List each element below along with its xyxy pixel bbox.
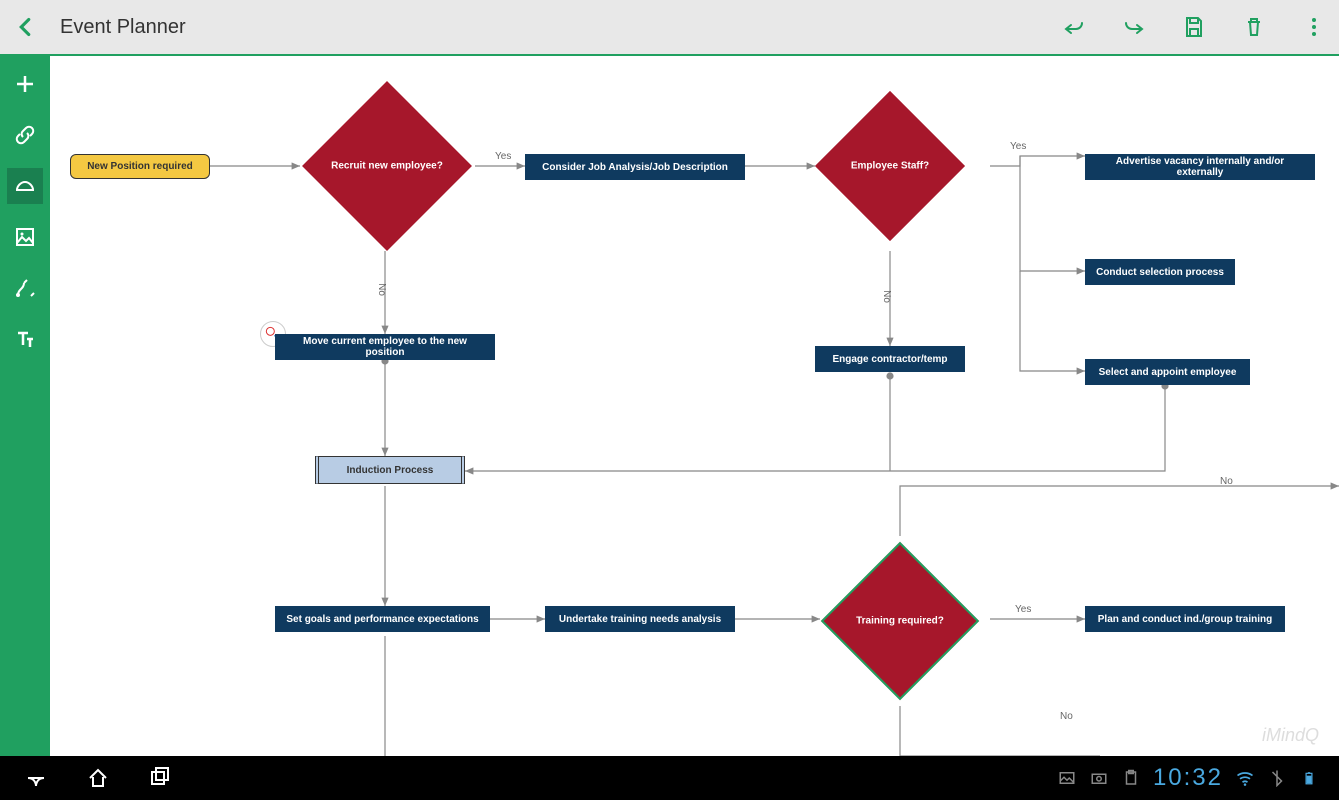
bluetooth-icon bbox=[1267, 768, 1287, 788]
connector-tool-icon[interactable] bbox=[7, 270, 43, 306]
camera-status-icon bbox=[1089, 768, 1109, 788]
battery-icon bbox=[1299, 768, 1319, 788]
tool-sidebar bbox=[0, 56, 50, 756]
gallery-status-icon bbox=[1057, 768, 1077, 788]
android-recent-apps-icon[interactable] bbox=[144, 762, 176, 794]
node-employee-staff[interactable]: Employee Staff? bbox=[815, 91, 965, 241]
watermark: iMindQ bbox=[1262, 725, 1319, 746]
node-conduct-selection[interactable]: Conduct selection process bbox=[1085, 259, 1235, 285]
system-status-area: 10:32 bbox=[1057, 764, 1319, 792]
node-undertake-training[interactable]: Undertake training needs analysis bbox=[545, 606, 735, 632]
add-tool-icon[interactable] bbox=[7, 66, 43, 102]
save-icon[interactable] bbox=[1179, 12, 1209, 42]
node-engage-contractor[interactable]: Engage contractor/temp bbox=[815, 346, 965, 372]
node-select-appoint[interactable]: Select and appoint employee bbox=[1085, 359, 1250, 385]
text-tool-icon[interactable] bbox=[7, 321, 43, 357]
node-recruit-decision[interactable]: Recruit new employee? bbox=[302, 81, 472, 251]
image-tool-icon[interactable] bbox=[7, 219, 43, 255]
header-actions bbox=[1059, 12, 1329, 42]
edge-label-no: No bbox=[376, 283, 387, 296]
wifi-icon bbox=[1235, 768, 1255, 788]
android-home-icon[interactable] bbox=[82, 762, 114, 794]
node-plan-training[interactable]: Plan and conduct ind./group training bbox=[1085, 606, 1285, 632]
flowchart-canvas[interactable]: New Position required Recruit new employ… bbox=[50, 56, 1339, 756]
node-training-required[interactable]: Training required? bbox=[820, 541, 980, 701]
android-back-icon[interactable] bbox=[20, 762, 52, 794]
edge-label-yes: Yes bbox=[1010, 141, 1026, 152]
undo-icon[interactable] bbox=[1059, 12, 1089, 42]
node-new-position[interactable]: New Position required bbox=[70, 154, 210, 179]
edge-label-no: No bbox=[1220, 476, 1233, 487]
node-move-employee[interactable]: Move current employee to the new positio… bbox=[275, 334, 495, 360]
app-header: Event Planner bbox=[0, 0, 1339, 56]
node-consider-job[interactable]: Consider Job Analysis/Job Description bbox=[525, 154, 745, 180]
shape-tool-icon[interactable] bbox=[7, 168, 43, 204]
system-navigation-bar: 10:32 bbox=[0, 756, 1339, 800]
node-advertise[interactable]: Advertise vacancy internally and/or exte… bbox=[1085, 154, 1315, 180]
link-tool-icon[interactable] bbox=[7, 117, 43, 153]
page-title: Event Planner bbox=[60, 16, 186, 39]
redo-icon[interactable] bbox=[1119, 12, 1149, 42]
delete-icon[interactable] bbox=[1239, 12, 1269, 42]
system-clock: 10:32 bbox=[1153, 764, 1223, 792]
edge-label-yes: Yes bbox=[495, 151, 511, 162]
clipboard-status-icon bbox=[1121, 768, 1141, 788]
back-button[interactable] bbox=[10, 12, 40, 42]
menu-overflow-icon[interactable] bbox=[1299, 12, 1329, 42]
edge-label-yes: Yes bbox=[1015, 604, 1031, 615]
node-set-goals[interactable]: Set goals and performance expectations bbox=[275, 606, 490, 632]
node-induction[interactable]: Induction Process bbox=[315, 456, 465, 484]
edge-label-no: No bbox=[1060, 711, 1073, 722]
edge-label-no: No bbox=[881, 290, 892, 303]
